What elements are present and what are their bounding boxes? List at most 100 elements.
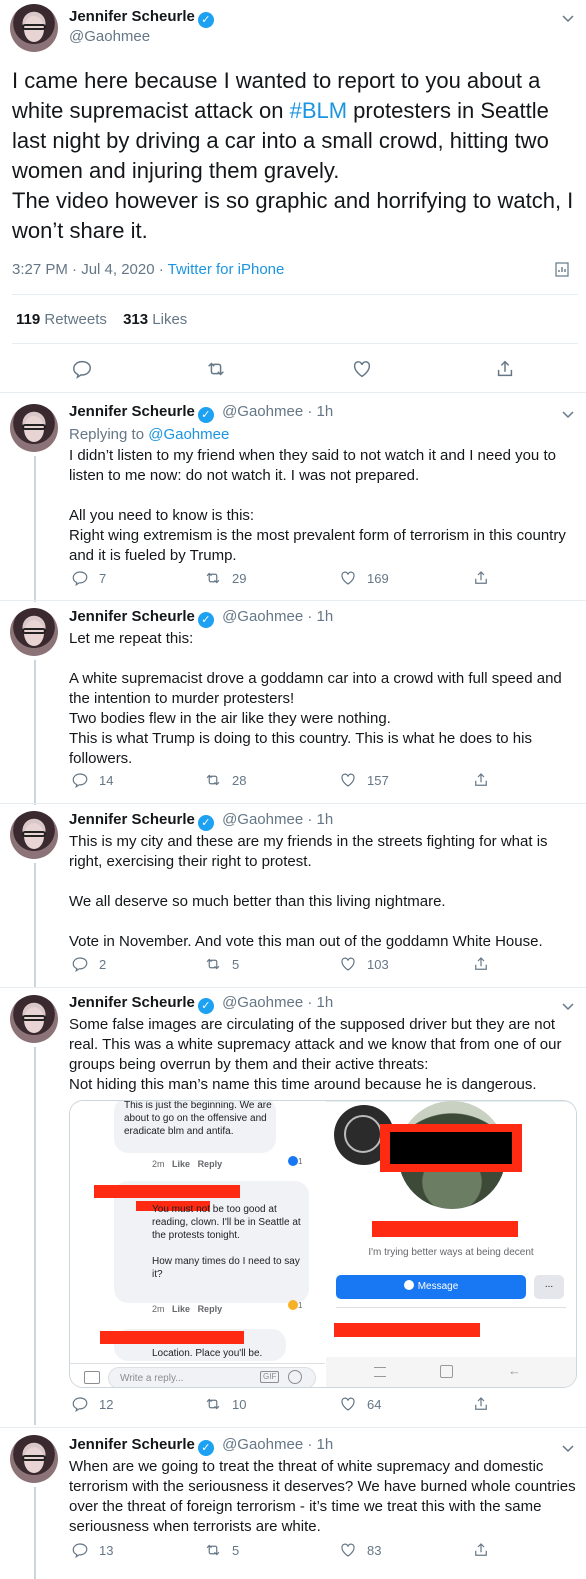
author-name[interactable]: Jennifer Scheurle — [69, 403, 195, 420]
likes-stat[interactable]: 313 Likes — [123, 311, 187, 328]
like-button[interactable]: 157 — [339, 771, 389, 789]
reply-count: 12 — [99, 1396, 114, 1412]
verified-badge-icon: ✓ — [197, 612, 214, 628]
retweet-button[interactable]: 5 — [204, 1541, 239, 1559]
like-count: 103 — [367, 956, 389, 972]
emoji-icon[interactable] — [288, 1370, 302, 1384]
like-button[interactable]: 64 — [339, 1395, 381, 1413]
like-button[interactable]: 169 — [339, 569, 389, 587]
author-handle[interactable]: @Gaohmee — [69, 28, 150, 45]
retweet-button[interactable] — [205, 358, 227, 385]
retweet-count: 5 — [232, 956, 240, 972]
tweet-age[interactable]: · 1h — [307, 1436, 333, 1453]
share-icon — [475, 773, 487, 786]
author-name[interactable]: Jennifer Scheurle — [69, 608, 195, 625]
reply-header: Jennifer Scheurle ✓ @Gaohmee · 1h — [69, 994, 333, 1014]
chevron-down-icon[interactable] — [562, 408, 574, 419]
author-name[interactable]: Jennifer Scheurle — [69, 1436, 195, 1453]
chevron-down-icon[interactable] — [562, 1442, 574, 1453]
reply-action-bar: 12 10 64 — [69, 1395, 529, 1415]
reply-icon — [72, 1543, 88, 1559]
verified-badge-icon: ✓ — [197, 407, 214, 423]
retweet-button[interactable]: 29 — [204, 569, 246, 587]
reaction-count: 1 — [298, 1157, 303, 1166]
avatar[interactable] — [10, 404, 58, 452]
avatar[interactable] — [10, 1435, 58, 1483]
tweet-age[interactable]: · 1h — [307, 811, 333, 828]
home-icon[interactable] — [440, 1365, 453, 1378]
retweet-count: 28 — [232, 772, 247, 788]
share-button[interactable] — [472, 1541, 490, 1559]
comment-text: Location. Place you'll be. — [152, 1348, 263, 1359]
gif-button[interactable]: GIF — [260, 1371, 280, 1383]
like-count: 157 — [367, 772, 389, 788]
retweet-icon — [206, 1544, 220, 1556]
reply-button[interactable]: 13 — [71, 1541, 113, 1559]
timestamp[interactable]: 3:27 PM · Jul 4, 2020 · — [12, 261, 168, 278]
chevron-down-icon[interactable] — [562, 1000, 574, 1011]
more-button[interactable]: ... — [534, 1275, 564, 1299]
avatar[interactable] — [10, 4, 58, 52]
source-link[interactable]: Twitter for iPhone — [168, 261, 285, 278]
share-button[interactable] — [472, 569, 490, 587]
retweets-stat[interactable]: 119 Retweets — [16, 311, 107, 328]
recent-apps-icon[interactable] — [374, 1367, 386, 1377]
author-name[interactable]: Jennifer Scheurle — [69, 994, 195, 1011]
retweet-icon — [208, 362, 224, 376]
author-handle[interactable]: @Gaohmee — [222, 1436, 303, 1453]
author-name[interactable]: Jennifer Scheurle — [69, 811, 195, 828]
heart-icon — [341, 957, 355, 971]
avatar[interactable] — [10, 608, 58, 656]
camera-icon[interactable] — [84, 1371, 100, 1384]
reply-action-bar: 2 5 103 — [69, 955, 529, 975]
like-button[interactable]: 103 — [339, 955, 389, 973]
share-button[interactable] — [472, 1395, 490, 1413]
divider — [70, 1363, 325, 1364]
verified-badge-icon: ✓ — [197, 998, 214, 1014]
retweet-button[interactable]: 10 — [204, 1395, 246, 1413]
embedded-image[interactable]: This is just the beginning. We are about… — [69, 1100, 577, 1388]
share-button[interactable] — [472, 771, 490, 789]
tweet-age[interactable]: · 1h — [307, 403, 333, 420]
message-button[interactable]: Message — [336, 1275, 526, 1299]
hashtag-link[interactable]: #BLM — [290, 98, 347, 123]
avatar[interactable] — [10, 811, 58, 859]
profile-panel: I'm trying better ways at being decent M… — [326, 1101, 576, 1387]
author-handle[interactable]: @Gaohmee — [222, 811, 303, 828]
retweet-button[interactable]: 5 — [204, 955, 239, 973]
reaction-count: 1 — [298, 1301, 303, 1310]
share-button[interactable] — [494, 358, 516, 385]
author-handle[interactable]: @Gaohmee — [222, 403, 303, 420]
author-name[interactable]: Jennifer Scheurle — [69, 8, 195, 25]
reply-button[interactable]: 12 — [71, 1395, 113, 1413]
reply-button[interactable]: 14 — [71, 771, 113, 789]
likes-label: Likes — [152, 311, 188, 328]
analytics-icon[interactable] — [554, 260, 572, 283]
share-icon — [497, 360, 513, 377]
avatar[interactable] — [10, 995, 58, 1043]
replying-to-link[interactable]: @Gaohmee — [148, 426, 229, 443]
chevron-down-icon[interactable] — [562, 12, 574, 23]
reply-button[interactable]: 2 — [71, 955, 106, 973]
share-button[interactable] — [472, 955, 490, 973]
heart-icon — [353, 361, 371, 378]
author-handle[interactable]: @Gaohmee — [222, 608, 303, 625]
like-reaction-icon — [288, 1156, 298, 1166]
reply-button[interactable]: 7 — [71, 569, 106, 587]
share-icon — [475, 1543, 487, 1556]
reply-count: 13 — [99, 1542, 114, 1558]
back-icon[interactable]: ← — [508, 1363, 521, 1378]
tweet-age[interactable]: · 1h — [307, 994, 333, 1011]
retweet-button[interactable]: 28 — [204, 771, 246, 789]
like-button[interactable] — [351, 358, 373, 385]
reply-text: This is my city and these are my friends… — [69, 833, 548, 950]
author-handle[interactable]: @Gaohmee — [222, 994, 303, 1011]
tweet-age[interactable]: · 1h — [307, 608, 333, 625]
reply-button[interactable] — [71, 358, 93, 385]
like-button[interactable]: 83 — [339, 1541, 381, 1559]
comment-meta: 2m Like Reply — [152, 1304, 222, 1314]
reply-input-placeholder: Write a reply... — [120, 1373, 184, 1384]
replying-to: Replying to @Gaohmee — [69, 426, 229, 443]
retweets-count: 119 — [16, 311, 41, 328]
share-icon — [475, 571, 487, 584]
